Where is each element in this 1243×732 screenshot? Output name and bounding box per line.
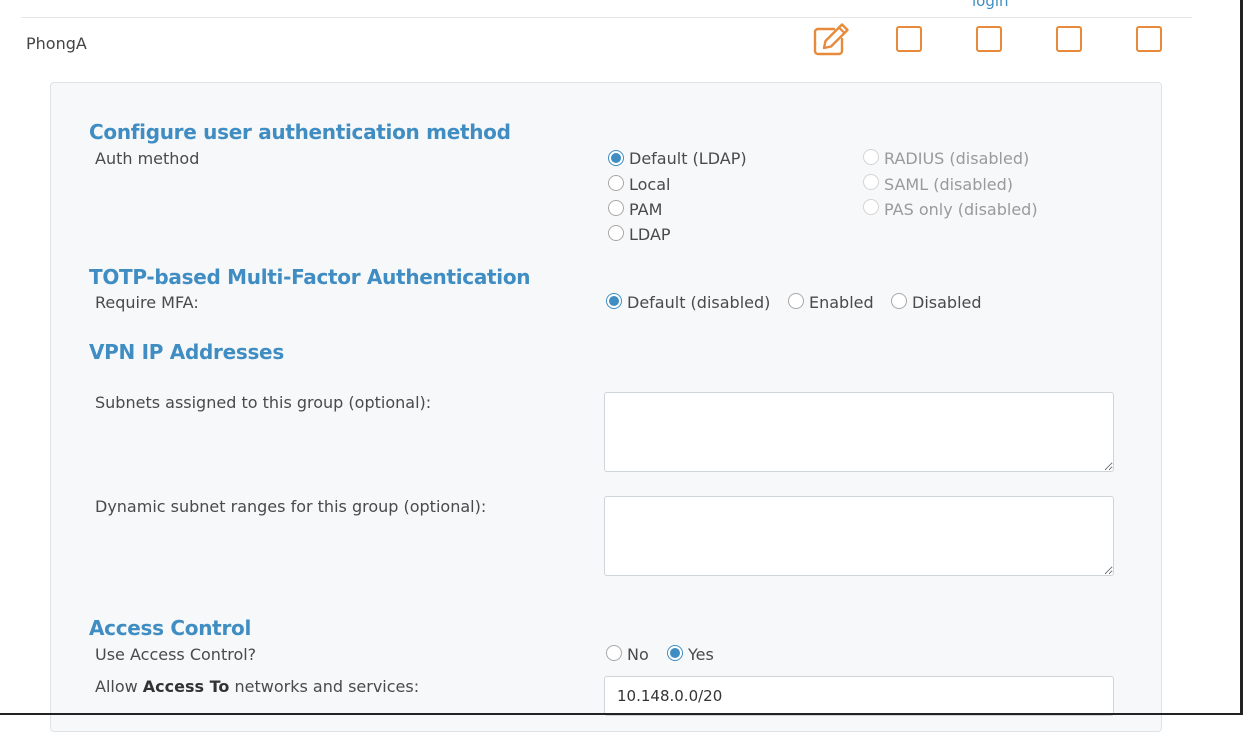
auth-option-label: PAM: [629, 200, 663, 219]
group-name: PhongA: [26, 34, 87, 53]
mfa-option-label: Enabled: [809, 293, 874, 312]
permission-checkbox-4[interactable]: [1136, 26, 1162, 52]
mfa-radio-enabled[interactable]: [788, 293, 804, 309]
column-header-login: login: [972, 0, 1009, 10]
pencil-square-icon: [813, 23, 849, 56]
require-mfa-label: Require MFA:: [95, 293, 199, 312]
dynamic-subnets-textarea[interactable]: [604, 496, 1114, 576]
auth-option-label: LDAP: [629, 225, 671, 244]
auth-radio-local[interactable]: [608, 175, 624, 191]
auth-radio-default-ldap[interactable]: [608, 150, 624, 166]
allow-access-input[interactable]: [604, 676, 1114, 716]
auth-option-label: SAML (disabled): [884, 175, 1014, 194]
auth-radio-pas-only: [863, 199, 879, 215]
auth-option-label: Local: [629, 175, 671, 194]
permission-checkbox-login[interactable]: [976, 26, 1002, 52]
access-radio-yes[interactable]: [667, 645, 683, 661]
allow-suffix: networks and services:: [229, 677, 420, 696]
edit-button[interactable]: [812, 22, 850, 56]
subnets-label: Subnets assigned to this group (optional…: [95, 393, 432, 412]
mfa-section-title: TOTP-based Multi-Factor Authentication: [89, 265, 531, 289]
auth-option-label: PAS only (disabled): [884, 200, 1038, 219]
auth-method-label: Auth method: [95, 149, 200, 168]
dynamic-subnets-label: Dynamic subnet ranges for this group (op…: [95, 497, 487, 516]
subnets-textarea[interactable]: [604, 392, 1114, 472]
auth-radio-radius: [863, 149, 879, 165]
mfa-radio-default[interactable]: [606, 293, 622, 309]
use-access-control-label: Use Access Control?: [95, 645, 257, 664]
access-radio-no[interactable]: [606, 645, 622, 661]
auth-section-title: Configure user authentication method: [89, 120, 511, 144]
permission-checkbox-1[interactable]: [896, 26, 922, 52]
mfa-option-label: Disabled: [912, 293, 982, 312]
mfa-radio-disabled[interactable]: [891, 293, 907, 309]
allow-prefix: Allow: [95, 677, 143, 696]
auth-radio-pam[interactable]: [608, 200, 624, 216]
auth-radio-saml: [863, 174, 879, 190]
permission-checkbox-3[interactable]: [1056, 26, 1082, 52]
mfa-option-label: Default (disabled): [627, 293, 771, 312]
auth-option-label: Default (LDAP): [629, 149, 747, 168]
access-section-title: Access Control: [89, 616, 252, 640]
allow-access-label: Allow Access To networks and services:: [95, 677, 419, 696]
auth-radio-ldap[interactable]: [608, 225, 624, 241]
access-option-label: No: [627, 645, 649, 664]
auth-option-label: RADIUS (disabled): [884, 149, 1030, 168]
access-option-label: Yes: [688, 645, 714, 664]
allow-bold: Access To: [142, 677, 230, 696]
header-divider: [21, 17, 1192, 18]
vpn-section-title: VPN IP Addresses: [89, 340, 284, 364]
